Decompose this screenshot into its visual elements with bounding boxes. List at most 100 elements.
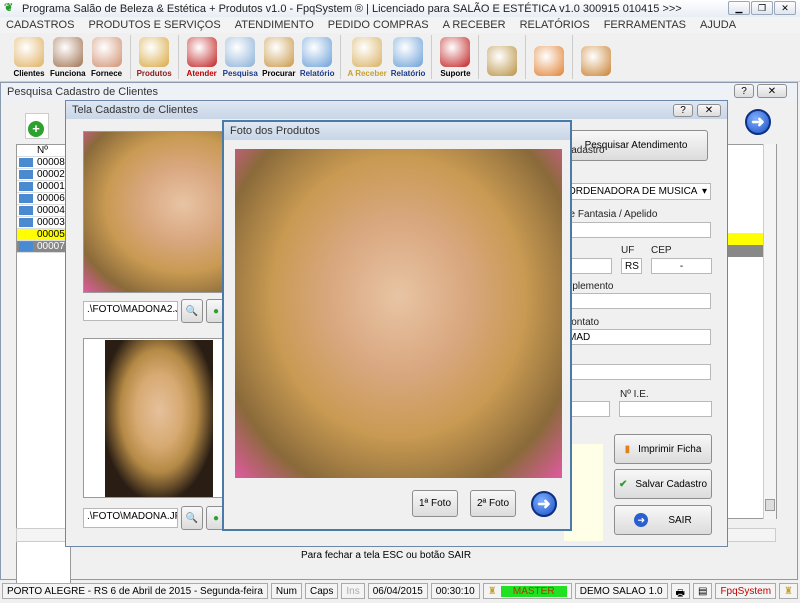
enlarged-photo	[235, 149, 562, 478]
toolbar-button-4[interactable]: Atender	[183, 33, 221, 81]
complemento-input[interactable]	[564, 293, 711, 309]
first-photo-button[interactable]: 1ª Foto	[412, 490, 458, 517]
folder-icon	[263, 37, 294, 67]
toolbar-label: Relatório	[299, 69, 335, 78]
maximize-button[interactable]: ❐	[751, 1, 773, 15]
print-icon: ▮	[624, 443, 631, 455]
app-logo-icon: ❦	[4, 2, 14, 14]
toolbar-separator	[177, 35, 179, 79]
record-icon	[19, 230, 33, 239]
row-number: 00005	[37, 229, 65, 240]
vertical-scrollbar[interactable]	[763, 144, 776, 519]
toolbar-button-2[interactable]: Fornece	[88, 33, 126, 81]
fantasia-label: ne Fantasia / Apelido	[564, 209, 658, 220]
network-icon[interactable]: ▤	[693, 583, 713, 599]
receivable-icon	[352, 37, 383, 67]
cadastro-select[interactable]: ORDENADORA DE MUSICA ▾	[564, 183, 711, 200]
second-photo-button[interactable]: 2ª Foto	[470, 490, 516, 517]
print-sheet-button[interactable]: ▮ Imprimir Ficha	[614, 434, 712, 464]
toolbar-button-8[interactable]: A Receber	[345, 33, 388, 81]
clients-list[interactable]: Nº 00008 00002 00001 00006 00004 00003 00005 00…	[16, 144, 71, 584]
location-date: PORTO ALEGRE - RS 6 de Abril de 2015 - S…	[2, 583, 268, 599]
close-button[interactable]: ✕	[697, 104, 721, 117]
menu-item-0[interactable]: CADASTROS	[6, 19, 74, 31]
email-input[interactable]	[564, 364, 711, 380]
toolbar-button-10[interactable]: Suporte	[436, 33, 474, 81]
photo2-path-input[interactable]: .\FOTO\MADONA.JPG	[83, 508, 178, 528]
help-button[interactable]: ?	[673, 104, 693, 117]
toolbar-separator	[340, 35, 342, 79]
products-icon	[139, 37, 170, 67]
user-icon: ♜	[487, 585, 497, 597]
toolbar-button-3[interactable]: Produtos	[135, 33, 174, 81]
menu-item-1[interactable]: PRODUTOS E SERVIÇOS	[88, 19, 220, 31]
record-icon	[19, 242, 33, 251]
contato-input[interactable]: MAD	[564, 329, 711, 345]
magnifier-icon[interactable]: 🔍	[181, 299, 203, 323]
table-row[interactable]: 00007	[17, 241, 70, 253]
toolbar-label: Produtos	[136, 69, 172, 78]
fantasia-input[interactable]	[564, 222, 711, 238]
row-number: 00004	[37, 205, 65, 216]
printer-icon[interactable]: 🖶	[670, 583, 690, 599]
record-icon	[19, 194, 33, 203]
cep-input[interactable]: -	[651, 258, 712, 274]
toolbar-button-11[interactable]	[483, 33, 521, 81]
save-button[interactable]: ✔ Salvar Cadastro	[614, 469, 712, 499]
close-button[interactable]: ✕	[757, 84, 787, 98]
toolbar-separator	[431, 35, 433, 79]
close-button[interactable]: ✕	[774, 1, 796, 15]
exit-button[interactable]: ➜ SAIR	[614, 505, 712, 535]
menu-item-5[interactable]: RELATÓRIOS	[520, 19, 590, 31]
menu-item-3[interactable]: PEDIDO COMPRAS	[328, 19, 429, 31]
toolbar-label: Atender	[186, 69, 217, 78]
menu-item-4[interactable]: A RECEBER	[443, 19, 506, 31]
toolbar-button-5[interactable]: Pesquisa	[221, 33, 260, 81]
uf-input[interactable]: RS	[621, 258, 642, 274]
toolbar-separator	[129, 35, 131, 79]
next-arrow-button[interactable]: ➜	[745, 109, 771, 135]
clients-icon	[14, 37, 44, 67]
toolbar-button-1[interactable]: Funciona	[48, 33, 88, 81]
toolbar-button-7[interactable]: Relatório	[298, 33, 337, 81]
minimize-button[interactable]: ▁	[728, 1, 750, 15]
toolbar-button-6[interactable]: Procurar	[260, 33, 298, 81]
photo1-path-input[interactable]: .\FOTO\MADONA2.JPG	[83, 301, 178, 321]
table-row[interactable]: 00008	[17, 157, 70, 169]
window-title: Foto dos Produtos	[224, 122, 570, 140]
menu-item-7[interactable]: AJUDA	[700, 19, 736, 31]
attend-icon	[186, 37, 217, 67]
brand-label: FpqSystem	[715, 583, 777, 599]
row-number: 00003	[37, 217, 65, 228]
toolbar-button-12[interactable]	[530, 33, 568, 81]
chevron-down-icon: ▾	[701, 186, 707, 197]
caps-lock-indicator: Caps	[305, 583, 339, 599]
insert-indicator: Ins	[341, 583, 365, 599]
num-lock-indicator: Num	[270, 583, 303, 599]
table-row[interactable]: 00005	[17, 229, 70, 241]
table-row[interactable]: 00006	[17, 193, 70, 205]
table-row[interactable]: 00003	[17, 217, 70, 229]
window-title: Tela Cadastro de Clientes	[66, 101, 727, 119]
menu-item-2[interactable]: ATENDIMENTO	[235, 19, 314, 31]
calculator-icon	[534, 46, 565, 76]
row-number: 00008	[37, 157, 65, 168]
report-icon	[302, 37, 333, 67]
magnifier-icon[interactable]: 🔍	[181, 506, 203, 530]
report-icon	[393, 37, 424, 67]
toolbar-button-9[interactable]: Relatório	[389, 33, 428, 81]
button-label: SAIR	[668, 514, 692, 526]
user-icon[interactable]: ♜	[779, 583, 798, 599]
menu-item-6[interactable]: FERRAMENTAS	[604, 19, 686, 31]
toolbar: Clientes Funciona Fornece Produtos Atender Pe…	[0, 33, 800, 82]
help-button[interactable]: ?	[734, 84, 754, 98]
toolbar-button-13[interactable]	[577, 33, 615, 81]
new-record-icon[interactable]: +	[25, 113, 49, 139]
cadastro-value: ORDENADORA DE MUSICA	[568, 186, 698, 197]
table-row[interactable]: 00001	[17, 181, 70, 193]
toolbar-button-0[interactable]: Clientes	[10, 33, 48, 81]
next-arrow-button[interactable]: ➜	[531, 491, 557, 517]
table-row[interactable]: 00004	[17, 205, 70, 217]
table-row[interactable]: 00002	[17, 169, 70, 181]
ie-input[interactable]	[619, 401, 712, 417]
